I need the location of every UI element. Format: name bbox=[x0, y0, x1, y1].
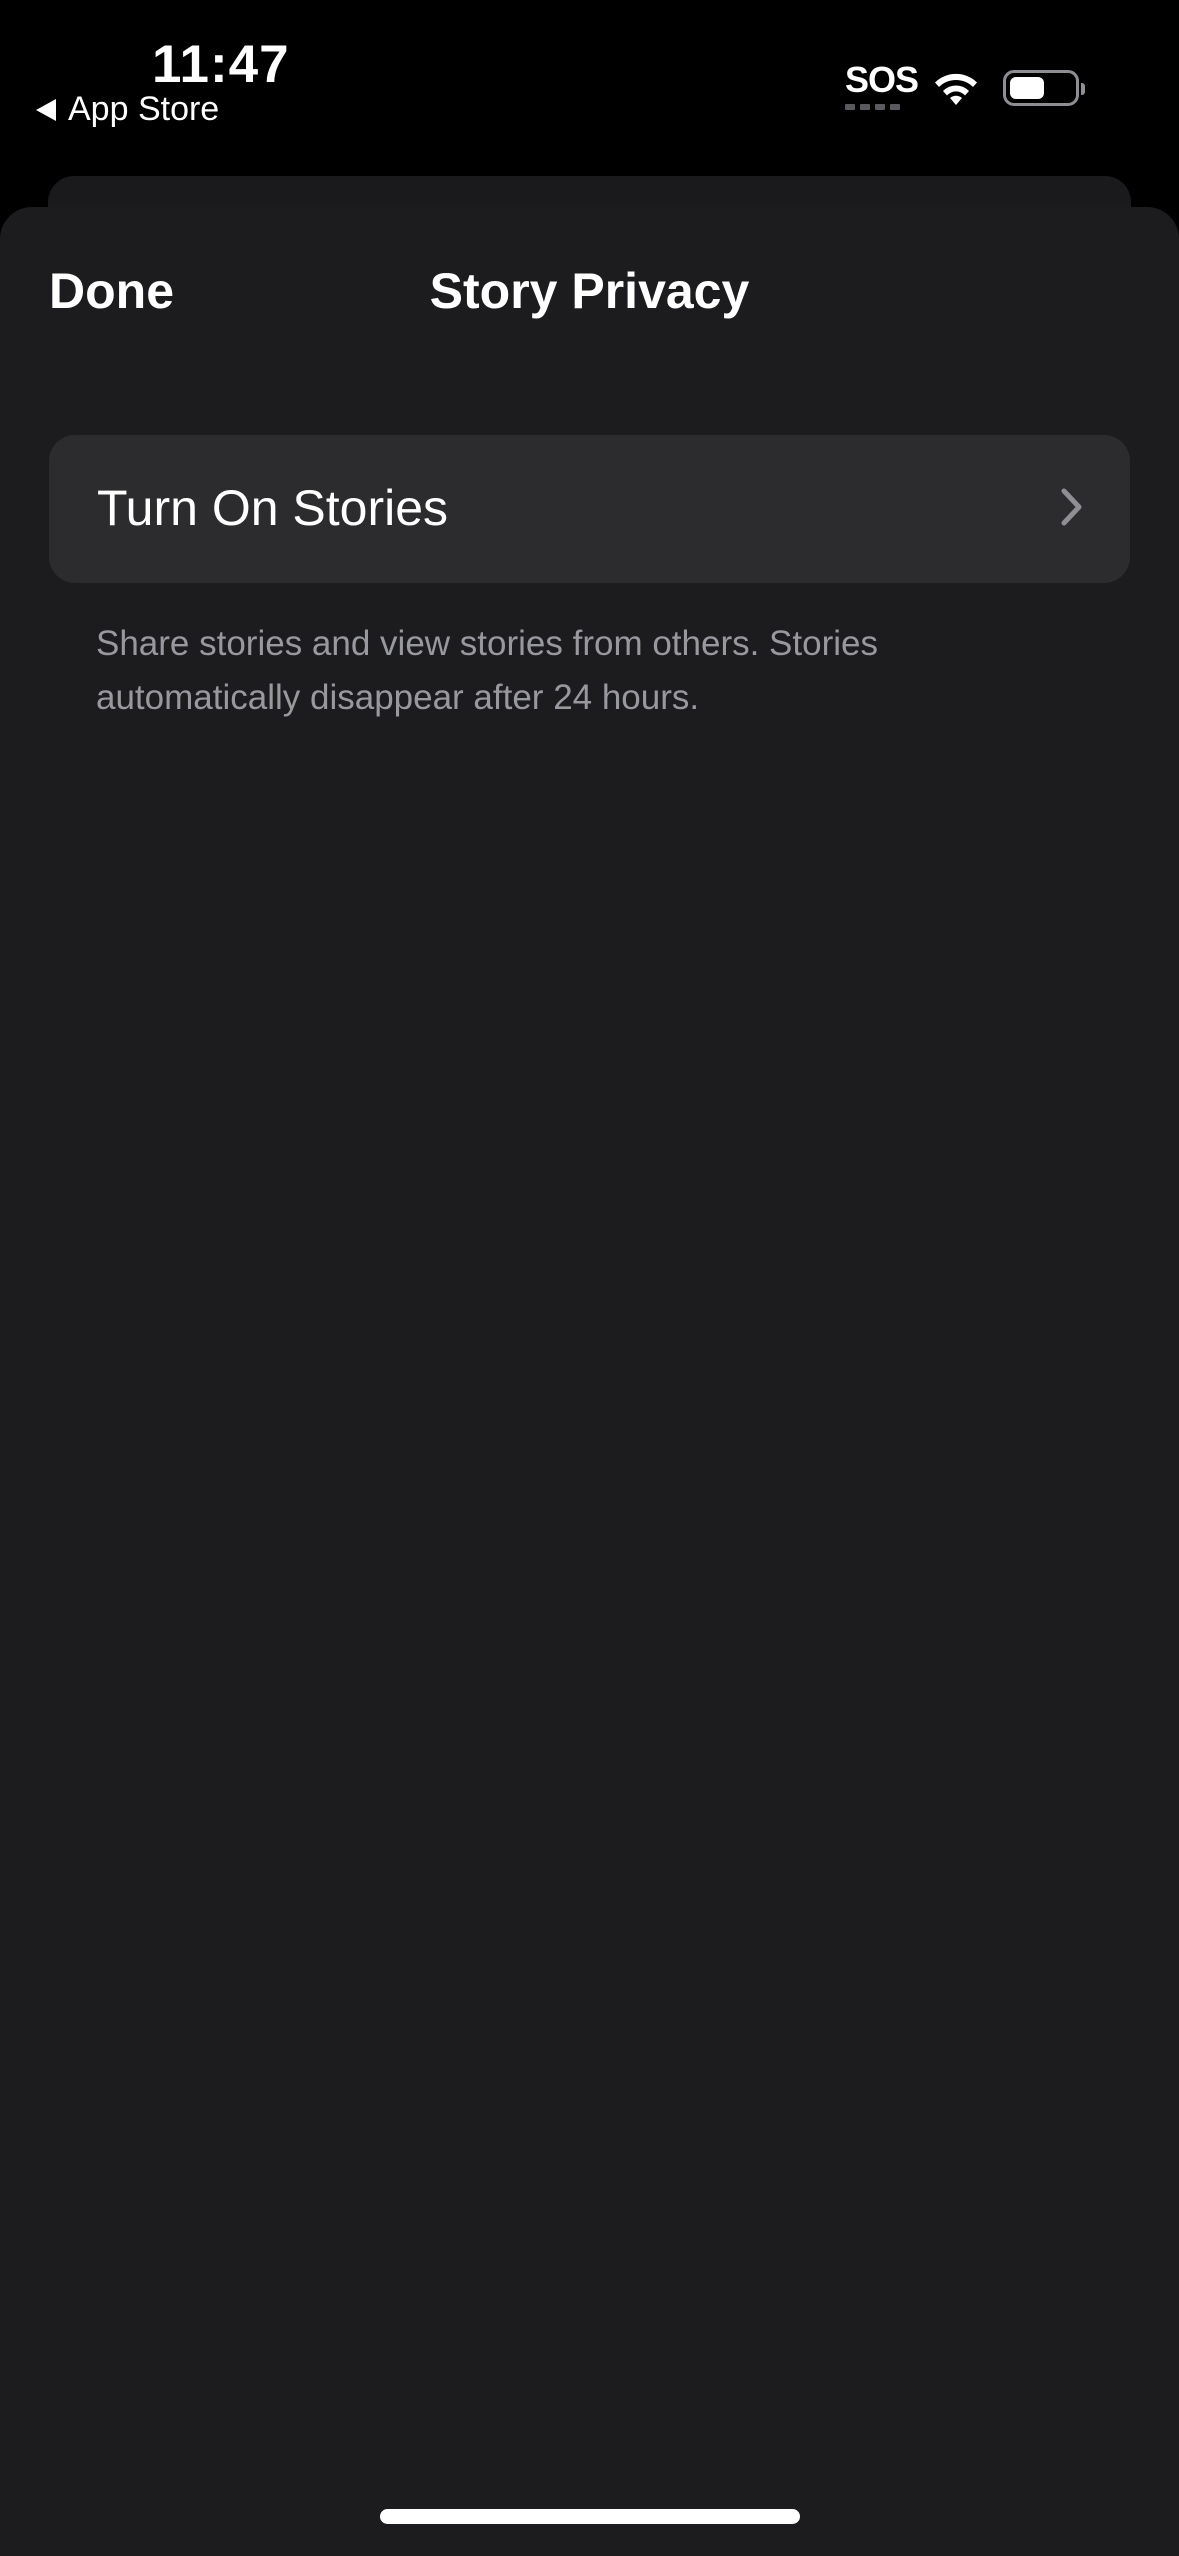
stories-footer-note: Share stories and view stories from othe… bbox=[96, 624, 878, 717]
page-title: Story Privacy bbox=[429, 263, 750, 319]
chevron-right-icon bbox=[1060, 487, 1084, 532]
status-indicators: SOS bbox=[845, 59, 1085, 114]
home-indicator[interactable] bbox=[380, 2509, 800, 2524]
phone-screen: 11:47 App Store SOS Story Privacy Done T… bbox=[0, 0, 1179, 2556]
back-app-label: App Store bbox=[68, 90, 220, 128]
story-privacy-sheet: Story Privacy Done Turn On Stories Share… bbox=[0, 207, 1179, 2556]
wifi-icon bbox=[931, 69, 981, 107]
back-to-app-store-button[interactable]: App Store bbox=[36, 90, 219, 129]
done-button[interactable]: Done bbox=[49, 262, 174, 320]
signal-dots bbox=[845, 104, 909, 110]
back-triangle-icon bbox=[36, 98, 56, 121]
battery-fill bbox=[1010, 77, 1044, 99]
battery-icon bbox=[1003, 70, 1085, 106]
status-time: 11:47 bbox=[152, 35, 290, 94]
battery-cap bbox=[1081, 83, 1085, 95]
sos-indicator: SOS bbox=[845, 59, 919, 114]
status-bar: 11:47 App Store SOS bbox=[0, 0, 1179, 170]
sos-label: SOS bbox=[845, 59, 919, 100]
turn-on-stories-row[interactable]: Turn On Stories bbox=[49, 435, 1130, 583]
turn-on-stories-label: Turn On Stories bbox=[97, 480, 449, 536]
